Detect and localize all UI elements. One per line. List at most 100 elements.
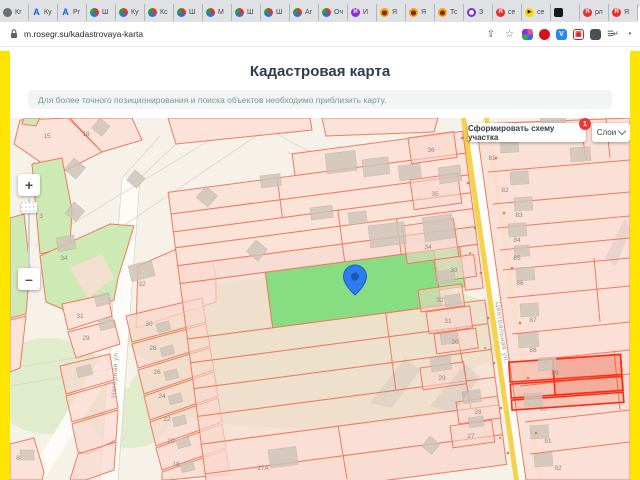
browser-tab[interactable]: Ку (29, 4, 58, 21)
parcel-label: 28 (149, 345, 157, 352)
tab-label: се (508, 9, 516, 16)
browser-tab[interactable]: Ш (174, 4, 203, 21)
browser-tab[interactable]: Я (609, 4, 638, 21)
extensions-bar (519, 28, 621, 40)
parcel-label: 36 (427, 147, 435, 154)
tab-label: Я (421, 9, 427, 16)
globe-favicon-icon (3, 8, 12, 17)
vk-extension-icon[interactable] (555, 28, 567, 40)
tab-label: Ку (131, 9, 139, 16)
red-ya-favicon-icon (583, 8, 592, 17)
layers-label: Слои (596, 128, 617, 137)
parcel-label: 22 (163, 416, 171, 423)
tab-label: Я (624, 9, 630, 16)
notification-badge: 1 (579, 118, 591, 130)
browser-tab[interactable]: Я (406, 4, 435, 21)
tab-label: Ку (44, 9, 52, 16)
parcel-label: 34 (424, 244, 432, 251)
tab-label: Кс (160, 9, 168, 16)
black-favicon-icon (554, 8, 563, 17)
tab-label: И (363, 9, 369, 16)
parcel-label: 85 (513, 255, 521, 262)
browser-tab[interactable]: Ку (116, 4, 145, 21)
share-icon[interactable]: ⇪ (487, 29, 495, 40)
tab-label: М (218, 9, 224, 16)
browser-tab[interactable]: се (522, 4, 551, 21)
browser-tab[interactable]: Кг (0, 4, 29, 21)
ring-favicon-icon (467, 8, 476, 17)
parcel-label: 84 (513, 237, 521, 244)
generate-scheme-button[interactable]: Сформировать схему участка 1 (468, 118, 591, 142)
browser-tab[interactable]: Ш (261, 4, 290, 21)
parcel-label: 83 (515, 212, 523, 219)
browser-tab[interactable]: Кс (145, 4, 174, 21)
tab-label: Ш (247, 9, 254, 16)
dots-favicon-icon (148, 8, 157, 17)
parcel-label: 24 (158, 393, 166, 400)
chevron-down-icon (617, 126, 627, 136)
recorder-extension-icon[interactable] (572, 28, 584, 40)
adblock-extension-icon[interactable] (538, 28, 550, 40)
parcel-label: 92 (554, 465, 562, 472)
browser-tab[interactable]: Ш (232, 4, 261, 21)
red-ya-favicon-icon (496, 8, 505, 17)
parcel-label: 15 (43, 133, 51, 140)
layers-button[interactable]: Слои (592, 123, 630, 142)
page-content: Кадастровая карта Для более точного пози… (10, 50, 630, 480)
tab-label: Я (392, 9, 398, 16)
parcel-label: 90 (539, 406, 547, 413)
browser-tab[interactable]: Тс (435, 4, 464, 21)
bookmark-star-icon[interactable]: ☆ (505, 29, 514, 40)
browser-tab[interactable]: З (464, 4, 493, 21)
orange-favicon-icon (438, 8, 447, 17)
dots-favicon-icon (264, 8, 273, 17)
parcel-label: 3 (39, 213, 43, 220)
dots-favicon-icon (322, 8, 331, 17)
browser-tab[interactable]: Я (377, 4, 406, 21)
blue-a-favicon-icon (32, 8, 41, 17)
browser-tab[interactable]: Рг (58, 4, 87, 21)
tab-label: рл (595, 9, 603, 16)
cluster-extension-icon[interactable] (521, 28, 533, 40)
tab-label: Рг (73, 9, 81, 16)
browser-tab[interactable]: Аг (290, 4, 319, 21)
puzzle-extension-icon[interactable] (589, 28, 601, 40)
parcel-label: 26 (153, 369, 161, 376)
zoom-slider-handle[interactable] (21, 202, 37, 213)
parcel-label: 29 (82, 335, 90, 342)
parcel-label: 32 (436, 297, 444, 304)
tab-label: Ш (102, 9, 109, 16)
parcel-label: 27 (467, 433, 475, 440)
dots-favicon-icon (206, 8, 215, 17)
tab-label: Тс (450, 9, 458, 16)
parcel-label: 86 (516, 280, 524, 287)
orange-favicon-icon (380, 8, 389, 17)
browser-tab[interactable]: Ш (87, 4, 116, 21)
lock-icon (11, 29, 17, 38)
browser-tab[interactable] (551, 4, 580, 21)
parcel-label: 28 (474, 409, 482, 416)
parcel-label: 27А (257, 465, 269, 472)
generate-scheme-label: Сформировать схему участка (468, 123, 555, 142)
zoom-in-button[interactable]: + (18, 174, 40, 196)
parcel-label: 89 (551, 370, 559, 377)
browser-tab[interactable]: И (348, 4, 377, 21)
browser-tab[interactable]: се (493, 4, 522, 21)
parcel-label: 18 (172, 461, 180, 468)
zoom-hint-banner: Для более точного позиционирования и пои… (28, 90, 612, 109)
profile-icon[interactable]: ◔ (626, 29, 632, 40)
browser-tab[interactable]: рл (580, 4, 609, 21)
parcel-label: 34 (60, 255, 68, 262)
blue-a-favicon-icon (61, 8, 70, 17)
zoom-out-button[interactable]: – (18, 268, 40, 290)
menu-extension-icon[interactable] (606, 28, 618, 40)
parcel-label: 31 (76, 313, 84, 320)
play-favicon-icon (525, 8, 534, 17)
tab-label: Ш (276, 9, 283, 16)
browser-tab[interactable]: М (203, 4, 232, 21)
cadastral-map-canvas[interactable]: Нагорная ул. Центральная ул. 15 183343231… (10, 118, 630, 480)
browser-tab[interactable]: Оч (319, 4, 348, 21)
parcel-label: 87 (529, 317, 537, 324)
address-url[interactable]: m.rosegr.su/kadastrovaya-karta (24, 29, 143, 39)
tab-strip: КгКуРгШКуКсШМШШАгОчИЯЯТсЗсесерлЯ × (0, 0, 640, 22)
